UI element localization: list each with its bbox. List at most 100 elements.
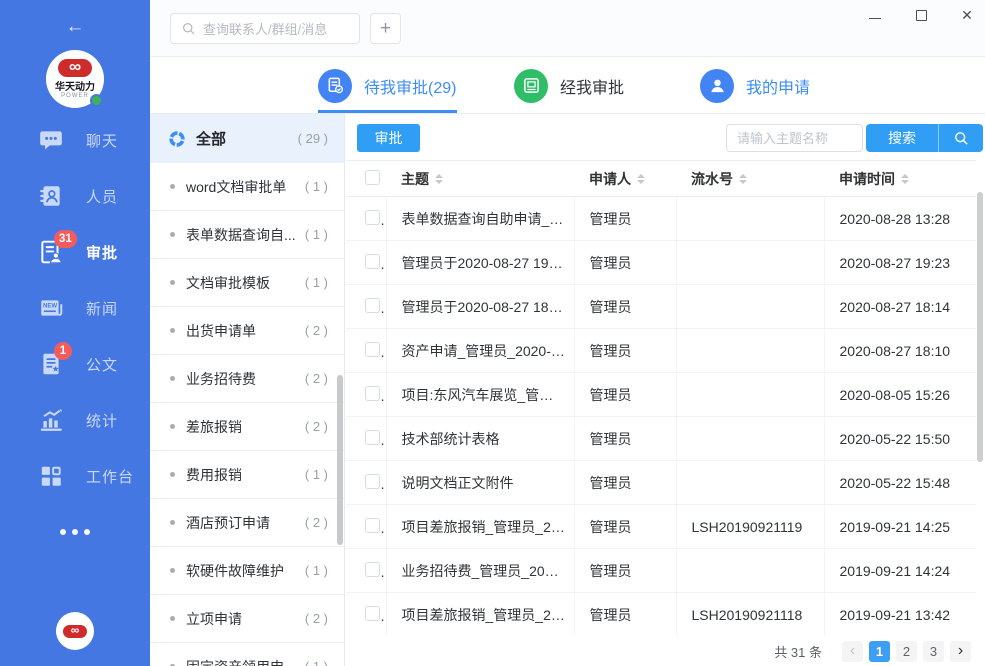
more-menu-button[interactable]	[0, 504, 150, 560]
category-item[interactable]: word文档审批单 ( 1 )	[150, 163, 344, 211]
row-checkbox[interactable]	[365, 298, 380, 313]
sort-icon[interactable]	[739, 174, 747, 184]
sidebar-item-label: 公文	[86, 354, 118, 375]
advanced-search-button[interactable]	[939, 124, 983, 152]
sort-icon[interactable]	[435, 174, 443, 184]
sidebar-item-chat[interactable]: 聊天	[0, 112, 150, 168]
tab-my-applications[interactable]: 我的申请	[700, 58, 810, 113]
table-row[interactable]: 项目差旅报销_管理员_201... 管理员 LSH20190921119 201…	[346, 505, 976, 549]
maximize-icon	[916, 10, 927, 21]
table-row[interactable]: 项目:东风汽车展览_管理员... 管理员 2020-08-05 15:26	[346, 373, 976, 417]
table-row[interactable]: 说明文档正文附件 管理员 2020-05-22 15:48	[346, 461, 976, 505]
row-checkbox[interactable]	[365, 474, 380, 489]
sidebar-item-people[interactable]: 人员	[0, 168, 150, 224]
category-item[interactable]: 立项申请 ( 2 )	[150, 595, 344, 643]
category-item[interactable]: 表单数据查询自... ( 1 )	[150, 211, 344, 259]
category-scrollbar[interactable]	[337, 375, 343, 545]
category-item[interactable]: 酒店预订申请 ( 2 )	[150, 499, 344, 547]
next-page-button[interactable]: ›	[950, 641, 971, 662]
category-label: 出货申请单	[186, 321, 305, 341]
cell-subject[interactable]: 资产申请_管理员_2020-08...	[386, 329, 574, 373]
category-item[interactable]: 业务招待费 ( 2 )	[150, 355, 344, 403]
prev-page-button[interactable]: ‹	[842, 641, 863, 662]
cell-apply-time: 2020-05-22 15:50	[824, 417, 976, 461]
back-arrow-icon[interactable]: ←	[0, 16, 150, 38]
column-header-applicant[interactable]: 申请人	[589, 169, 645, 189]
sidebar-item-approval[interactable]: 审批 31	[0, 224, 150, 280]
category-item[interactable]: 费用报销 ( 1 )	[150, 451, 344, 499]
category-item[interactable]: 固定资产领用申... ( 1 )	[150, 643, 344, 666]
category-item[interactable]: 软硬件故障维护 ( 1 )	[150, 547, 344, 595]
table-scrollbar[interactable]	[977, 192, 983, 462]
bullet-icon	[170, 376, 175, 381]
category-item[interactable]: 差旅报销 ( 2 )	[150, 403, 344, 451]
total-count-label: 共 31 条	[774, 642, 822, 661]
bullet-icon	[170, 424, 175, 429]
close-button[interactable]: ✕	[957, 4, 977, 26]
category-count: ( 2 )	[305, 515, 328, 530]
cell-subject[interactable]: 管理员于2020-08-27 18:0...	[386, 285, 574, 329]
table-row[interactable]: 资产申请_管理员_2020-08... 管理员 2020-08-27 18:10	[346, 329, 976, 373]
row-checkbox[interactable]	[365, 518, 380, 533]
column-header-apply-time[interactable]: 申请时间	[839, 169, 909, 189]
row-checkbox[interactable]	[365, 254, 380, 269]
table-row[interactable]: 业务招待费_管理员_2019-... 管理员 2019-09-21 14:24	[346, 549, 976, 593]
add-button[interactable]: +	[370, 13, 401, 44]
subject-search-input[interactable]	[726, 124, 863, 152]
stats-icon	[38, 407, 64, 433]
cell-applicant: 管理员	[574, 329, 676, 373]
category-list: word文档审批单 ( 1 ) 表单数据查询自... ( 1 ) 文档审批模板 …	[150, 163, 344, 666]
page-3-button[interactable]: 3	[923, 641, 944, 662]
cell-subject[interactable]: 技术部统计表格	[386, 417, 574, 461]
table-row[interactable]: 表单数据查询自助申请_管... 管理员 2020-08-28 13:28	[346, 197, 976, 241]
tab-approved-by-me[interactable]: 经我审批	[514, 58, 624, 113]
category-label: word文档审批单	[186, 177, 305, 197]
minimize-button[interactable]	[865, 4, 885, 26]
bullet-icon	[170, 616, 175, 621]
cell-subject[interactable]: 说明文档正文附件	[386, 461, 574, 505]
cell-subject[interactable]: 项目差旅报销_管理员_201...	[386, 593, 574, 637]
sort-icon[interactable]	[637, 174, 645, 184]
table-row[interactable]: 技术部统计表格 管理员 2020-05-22 15:50	[346, 417, 976, 461]
bullet-icon	[170, 184, 175, 189]
page-2-button[interactable]: 2	[896, 641, 917, 662]
row-checkbox[interactable]	[365, 342, 380, 357]
table-row[interactable]: 管理员于2020-08-27 19:3... 管理员 2020-08-27 19…	[346, 241, 976, 285]
select-all-checkbox[interactable]	[365, 170, 380, 185]
maximize-button[interactable]	[911, 4, 931, 26]
category-item[interactable]: 文档审批模板 ( 1 )	[150, 259, 344, 307]
table-row[interactable]: 管理员于2020-08-27 18:0... 管理员 2020-08-27 18…	[346, 285, 976, 329]
sort-icon[interactable]	[901, 174, 909, 184]
all-categories-icon	[168, 130, 186, 148]
sidebar-item-label: 聊天	[86, 130, 118, 151]
sidebar-item-statistics[interactable]: 统计	[0, 392, 150, 448]
table-row[interactable]: 项目差旅报销_管理员_201... 管理员 LSH20190921118 201…	[346, 593, 976, 637]
page-1-button[interactable]: 1	[869, 641, 890, 662]
sidebar-item-news[interactable]: NEW 新闻	[0, 280, 150, 336]
sidebar-item-official-docs[interactable]: 公文 1	[0, 336, 150, 392]
column-header-serial[interactable]: 流水号	[691, 169, 747, 189]
category-item[interactable]: 出货申请单 ( 2 )	[150, 307, 344, 355]
cell-subject[interactable]: 管理员于2020-08-27 19:3...	[386, 241, 574, 285]
sidebar-item-workbench[interactable]: 工作台	[0, 448, 150, 504]
tab-pending-my-approval[interactable]: 待我审批(29)	[318, 58, 456, 113]
cell-serial	[676, 329, 824, 373]
pending-approval-icon	[318, 69, 352, 103]
row-checkbox[interactable]	[365, 210, 380, 225]
cell-subject[interactable]: 表单数据查询自助申请_管...	[386, 197, 574, 241]
cell-subject[interactable]: 项目:东风汽车展览_管理员...	[386, 373, 574, 417]
category-all[interactable]: 全部 ( 29 )	[150, 114, 344, 163]
cell-subject[interactable]: 项目差旅报销_管理员_201...	[386, 505, 574, 549]
row-checkbox[interactable]	[365, 386, 380, 401]
global-search-input[interactable]: 查询联系人/群组/消息	[170, 13, 360, 44]
category-label: 软硬件故障维护	[186, 561, 305, 581]
cell-serial	[676, 417, 824, 461]
row-checkbox[interactable]	[365, 430, 380, 445]
cell-subject[interactable]: 业务招待费_管理员_2019-...	[386, 549, 574, 593]
search-button[interactable]: 搜索	[866, 124, 938, 152]
column-header-subject[interactable]: 主题	[401, 169, 443, 189]
row-checkbox[interactable]	[365, 562, 380, 577]
sidebar-item-label: 人员	[86, 186, 118, 207]
row-checkbox[interactable]	[365, 606, 380, 621]
approve-button[interactable]: 审批	[357, 124, 420, 152]
